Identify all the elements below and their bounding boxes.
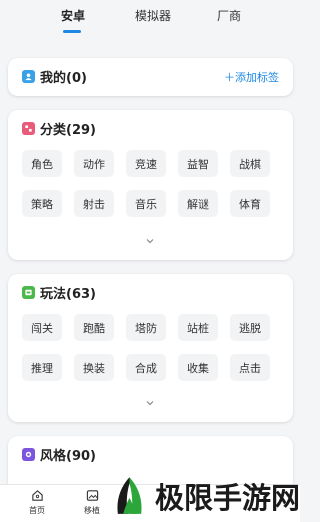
- active-tab-indicator: [63, 30, 81, 33]
- gameplay-title: 玩法(63): [40, 286, 96, 302]
- add-tag-button[interactable]: ＋添加标签: [224, 69, 279, 85]
- gameplay-tag-list: 闯关 跑酷 塔防 站桩 逃脱 推理 换装 合成 收集 点击: [22, 314, 282, 381]
- tag-chip[interactable]: 竞速: [126, 150, 166, 177]
- tag-chip[interactable]: 战棋: [230, 150, 270, 177]
- nav-home-label: 首页: [29, 506, 45, 515]
- category-card: 分类(29) 角色 动作 竞速 益智 战棋 策略 射击 音乐 解谜 体育: [8, 110, 293, 260]
- watermark-text: 极限手游网: [154, 481, 300, 515]
- category-icon: [22, 121, 35, 135]
- category-tag-list: 角色 动作 竞速 益智 战棋 策略 射击 音乐 解谜 体育: [22, 150, 282, 217]
- tag-chip[interactable]: 闯关: [22, 314, 62, 341]
- tag-chip[interactable]: 射击: [74, 190, 114, 217]
- style-title: 风格(90): [40, 448, 96, 464]
- site-watermark: 极限手游网: [108, 470, 300, 522]
- tag-chip[interactable]: 点击: [230, 354, 270, 381]
- my-tags-card: 我的(0) ＋添加标签: [8, 58, 293, 96]
- tag-chip[interactable]: 动作: [74, 150, 114, 177]
- tag-chip[interactable]: 站桩: [178, 314, 218, 341]
- nav-port-label: 移植: [84, 506, 100, 515]
- tag-chip[interactable]: 换装: [74, 354, 114, 381]
- top-tabs: 安卓 模拟器 厂商: [0, 0, 300, 40]
- chevron-down-icon[interactable]: [145, 236, 155, 246]
- tag-chip[interactable]: 塔防: [126, 314, 166, 341]
- watermark-logo-icon: [117, 477, 142, 514]
- tab-emulator[interactable]: 模拟器: [135, 7, 171, 24]
- tag-chip[interactable]: 益智: [178, 150, 218, 177]
- add-tag-label: 添加标签: [235, 71, 279, 84]
- gameplay-icon: [22, 285, 35, 299]
- tag-chip[interactable]: 音乐: [126, 190, 166, 217]
- chevron-down-icon[interactable]: [145, 398, 155, 408]
- tag-chip[interactable]: 跑酷: [74, 314, 114, 341]
- plus-icon: ＋: [224, 71, 235, 84]
- tag-chip[interactable]: 收集: [178, 354, 218, 381]
- tag-chip[interactable]: 体育: [230, 190, 270, 217]
- tab-android[interactable]: 安卓: [61, 7, 85, 24]
- user-icon: [22, 69, 35, 83]
- tag-chip[interactable]: 合成: [126, 354, 166, 381]
- style-icon: [22, 447, 35, 461]
- tag-chip[interactable]: 逃脱: [230, 314, 270, 341]
- nav-home[interactable]: 首页: [17, 489, 57, 516]
- gameplay-card: 玩法(63) 闯关 跑酷 塔防 站桩 逃脱 推理 换装 合成 收集 点击: [8, 274, 293, 422]
- tag-chip[interactable]: 策略: [22, 190, 62, 217]
- home-icon: [31, 490, 43, 501]
- my-tags-title: 我的(0): [40, 70, 87, 86]
- category-title: 分类(29): [40, 122, 96, 138]
- image-icon: [86, 490, 98, 501]
- nav-port[interactable]: 移植: [72, 489, 112, 516]
- tag-chip[interactable]: 推理: [22, 354, 62, 381]
- tag-chip[interactable]: 解谜: [178, 190, 218, 217]
- tag-chip[interactable]: 角色: [22, 150, 62, 177]
- tab-manufacturer[interactable]: 厂商: [217, 7, 241, 24]
